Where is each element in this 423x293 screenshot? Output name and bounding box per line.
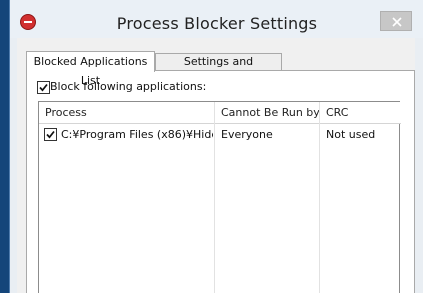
tab-blocked-applications-list[interactable]: Blocked Applications List [26,51,155,87]
cell-cannot-be-run-by: Everyone [221,128,273,141]
close-icon [392,17,402,27]
title-bar[interactable]: Process Blocker Settings [10,0,423,38]
column-header-cannot-be-run-by[interactable]: Cannot Be Run by [215,102,320,124]
list-header: Process Cannot Be Run by CRC [39,102,401,124]
tab-settings-and-information[interactable]: Settings and Information [155,53,282,84]
close-button[interactable] [380,11,412,31]
cell-crc: Not used [326,128,376,141]
settings-window: Process Blocker Settings Blocked Applica… [9,0,423,293]
row-checkbox[interactable] [44,128,57,141]
block-applications-label: Block following applications: [50,80,207,93]
cell-process: C:¥Program Files (x86)¥Hide… [61,128,213,141]
table-row[interactable]: C:¥Program Files (x86)¥Hide… Everyone No… [39,124,399,142]
checkmark-icon [39,83,48,92]
blocked-applications-list[interactable]: Process Cannot Be Run by CRC C:¥Program … [38,101,401,293]
window-title: Process Blocker Settings [116,14,318,33]
column-header-process[interactable]: Process [39,102,215,124]
column-header-crc[interactable]: CRC [320,102,400,124]
block-applications-checkbox[interactable] [37,81,50,94]
checkmark-icon [46,130,55,139]
